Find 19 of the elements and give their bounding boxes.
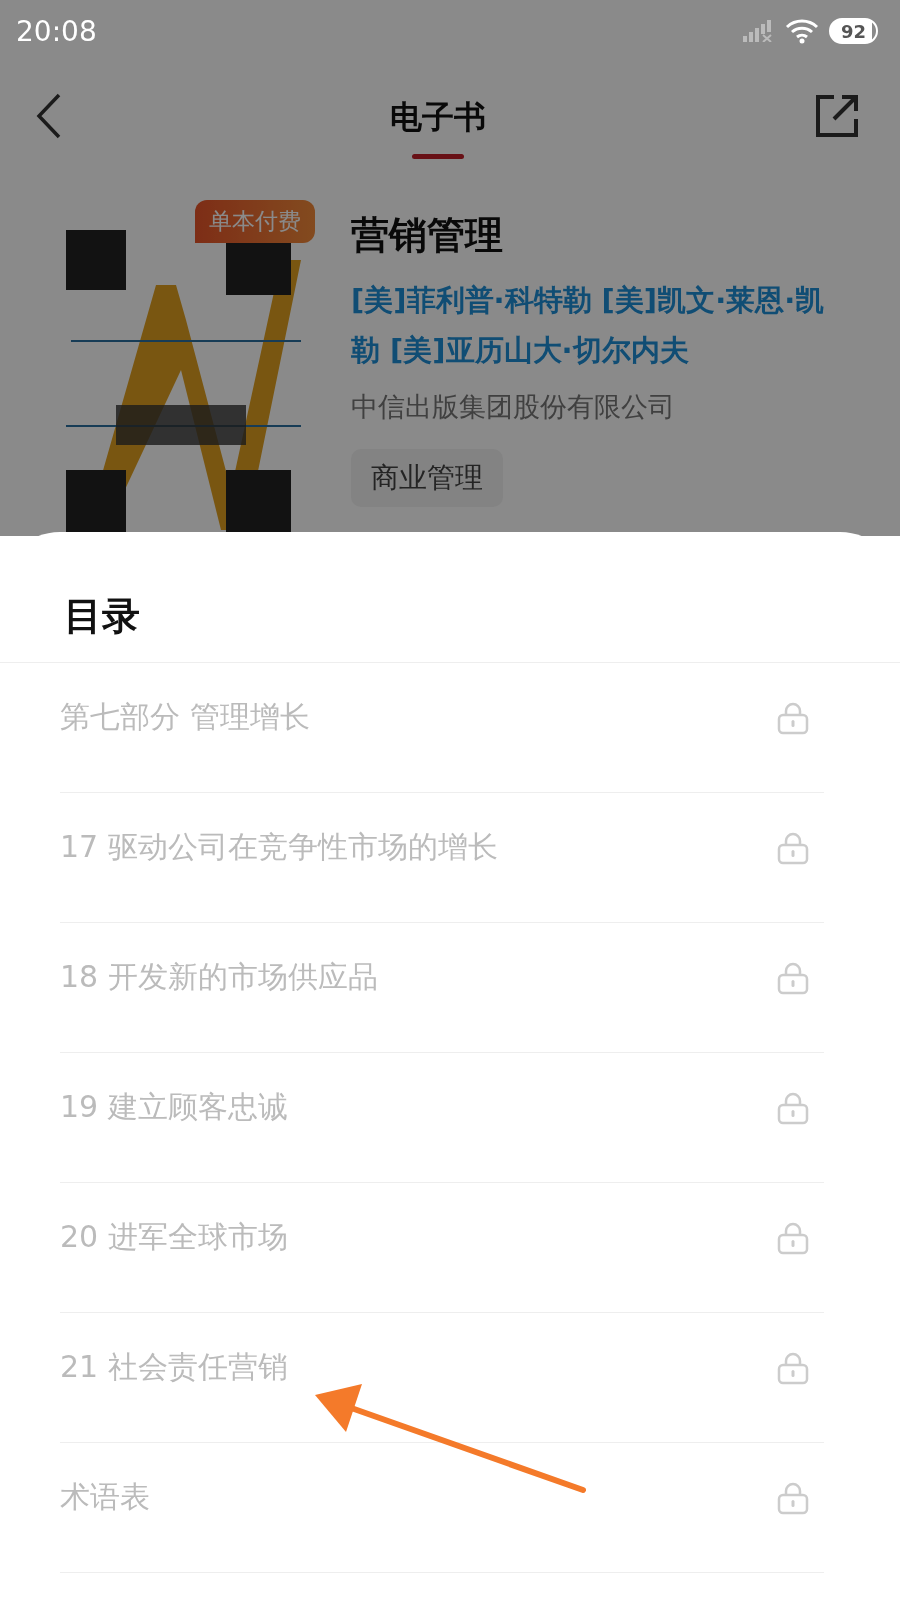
status-time: 20:08 xyxy=(16,14,97,48)
share-icon[interactable] xyxy=(814,93,860,139)
book-publisher: 中信出版集团股份有限公司 xyxy=(351,390,676,424)
book-title: 营销管理 xyxy=(351,212,504,259)
paid-badge: 单本付费 xyxy=(195,200,315,243)
category-tag[interactable]: 商业管理 xyxy=(351,449,503,507)
book-authors[interactable]: [美]菲利普·科特勒 [美]凯文·莱恩·凯勒 [美]亚历山大·切尔内夫 xyxy=(351,275,831,375)
page-title[interactable]: 电子书 xyxy=(390,95,486,140)
sheet-title: 目录 xyxy=(64,593,140,640)
back-icon[interactable] xyxy=(36,93,62,139)
chapter-title[interactable]: 19 建立顾客忠诚 xyxy=(60,1087,288,1128)
chapter-title[interactable]: 20 进军全球市场 xyxy=(60,1217,288,1258)
wifi-icon xyxy=(784,18,819,44)
chapter-title[interactable]: 术语表 xyxy=(60,1477,150,1518)
chapter-title[interactable]: 17 驱动公司在竞争性市场的增长 xyxy=(60,827,498,868)
battery-level: 92 xyxy=(828,18,878,44)
chapter-title[interactable]: 21 社会责任营销 xyxy=(60,1347,288,1388)
chapter-title[interactable]: 第七部分 管理增长 xyxy=(60,697,310,738)
chapter-title[interactable]: 18 开发新的市场供应品 xyxy=(60,957,378,998)
